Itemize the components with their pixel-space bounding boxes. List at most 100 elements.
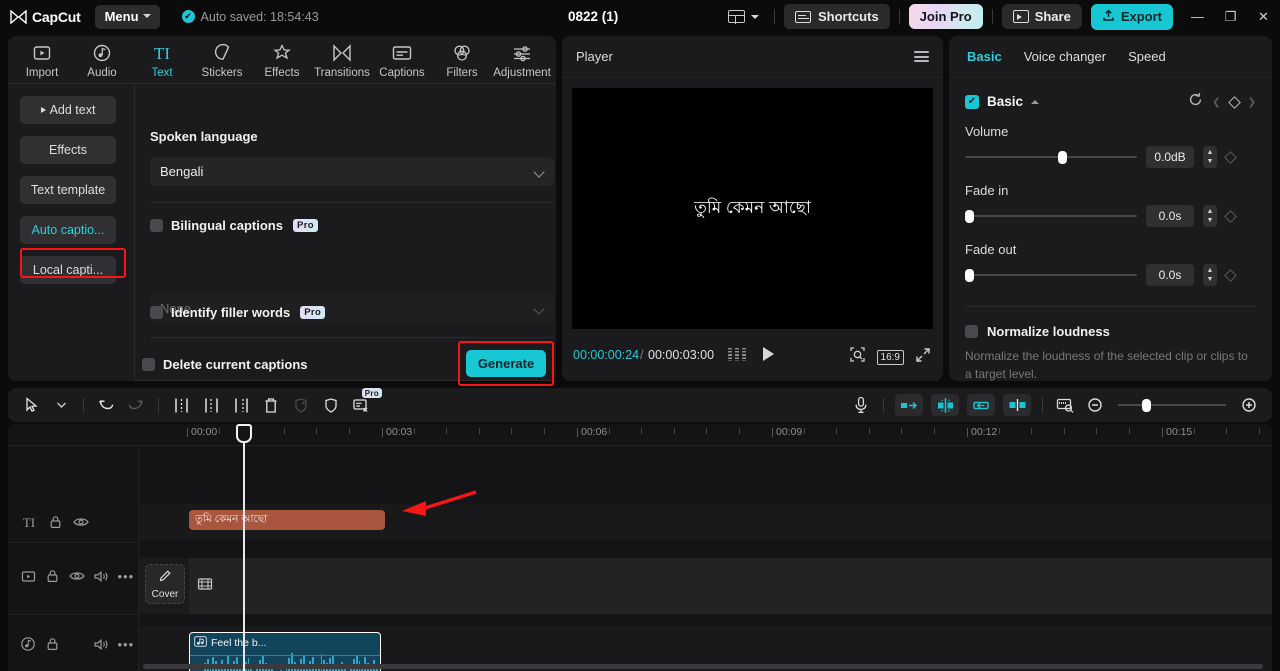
zoom-out-button[interactable] [1080,390,1110,420]
frames-icon[interactable] [728,348,746,361]
delete-button[interactable] [256,390,286,420]
trim-right-button[interactable] [226,390,256,420]
freeze-button[interactable] [286,390,316,420]
tab-effects[interactable]: Effects [252,42,312,83]
chevron-up-icon[interactable] [1031,99,1040,104]
playhead[interactable] [243,424,245,671]
slider-knob[interactable] [1142,399,1151,412]
menu-button[interactable]: Menu [94,4,160,29]
fade-in-value[interactable]: 0.0s [1146,205,1194,227]
cover-button[interactable]: Cover [145,564,185,604]
lock-icon[interactable] [40,637,64,651]
lock-icon[interactable] [40,569,64,583]
shortcuts-button[interactable]: Shortcuts [784,4,890,29]
keyframe-diamond-icon[interactable] [1227,95,1241,109]
bilingual-captions-checkbox[interactable] [150,219,163,232]
export-button[interactable]: Export [1090,3,1173,30]
bilingual-captions-row[interactable]: Bilingual captions Pro [150,218,319,233]
more-icon[interactable]: ••• [114,637,138,652]
sidebar-item-add-text[interactable]: Add text [20,96,116,124]
normalize-loudness-checkbox[interactable] [965,325,978,338]
close-button[interactable]: ✕ [1247,0,1280,33]
record-voiceover-button[interactable] [846,390,876,420]
tab-voice-changer[interactable]: Voice changer [1024,49,1106,64]
keyframe-diamond-icon[interactable] [1224,209,1237,223]
tab-audio[interactable]: Audio [72,42,132,83]
normalize-loudness-row[interactable]: Normalize loudness [965,324,1256,339]
share-button[interactable]: Share [1001,4,1082,29]
fade-out-value[interactable]: 0.0s [1146,264,1194,286]
filler-words-row[interactable]: Identify filler words Pro [150,305,326,320]
more-icon[interactable]: ••• [114,569,138,584]
tab-captions[interactable]: Captions [372,42,432,83]
tab-filters[interactable]: Filters [432,42,492,83]
tab-transitions[interactable]: Transitions [312,42,372,83]
timeline-tracks[interactable]: তুমি কেমন আছো Cover Feel the b... [139,446,1272,671]
eye-icon[interactable] [65,570,89,582]
keyframe-diamond-icon[interactable] [1224,268,1237,282]
fade-out-slider[interactable] [965,269,1137,282]
timeline[interactable]: 00:00 00:03 00:06 00:09 00:12 00:15 TI •… [8,424,1272,671]
tab-stickers[interactable]: Stickers [192,42,252,83]
volume-value[interactable]: 0.0dB [1146,146,1194,168]
sidebar-item-auto-captions[interactable]: Auto captio... [20,216,116,244]
filler-words-checkbox[interactable] [150,306,163,319]
sidebar-item-local-captions[interactable]: Local capti... [20,256,116,284]
slider-knob[interactable] [965,210,974,223]
basic-enable-checkbox[interactable]: ✔ [965,94,979,109]
volume-icon[interactable] [89,638,113,651]
fade-in-slider[interactable] [965,210,1137,223]
hamburger-icon[interactable] [914,49,929,65]
eye-icon[interactable] [68,516,94,528]
select-tool-button[interactable] [16,390,46,420]
reset-icon[interactable] [1188,92,1203,112]
timeline-zoom-slider[interactable] [1118,399,1226,412]
prev-keyframe-icon[interactable]: ❮ [1212,97,1220,108]
preview-card-button[interactable] [1050,390,1080,420]
zoom-in-button[interactable] [1234,390,1264,420]
layout-switch-button[interactable] [722,10,765,24]
sidebar-item-effects[interactable]: Effects [20,136,116,164]
volume-icon[interactable] [89,570,113,583]
play-icon[interactable] [763,347,774,361]
select-tool-dropdown[interactable] [46,390,76,420]
minimize-button[interactable]: — [1181,0,1214,33]
align-center-button[interactable] [1003,394,1031,416]
maximize-button[interactable]: ❐ [1214,0,1247,33]
tab-adjustment[interactable]: Adjustment [492,42,552,83]
trim-left-button[interactable] [196,390,226,420]
auto-split-button[interactable] [931,394,959,416]
tab-import[interactable]: Import [12,42,72,83]
volume-slider[interactable] [965,151,1137,164]
sidebar-item-text-template[interactable]: Text template [20,176,116,204]
playhead-handle[interactable] [236,424,252,443]
undo-button[interactable] [91,390,121,420]
delete-current-captions-checkbox[interactable] [142,358,155,371]
split-button[interactable] [166,390,196,420]
next-keyframe-icon[interactable]: ❯ [1248,97,1256,108]
delete-current-captions-row[interactable]: Delete current captions [142,357,308,372]
volume-stepper[interactable]: ▲ ▼ [1203,146,1217,168]
text-clip[interactable]: তুমি কেমন আছো [189,510,385,530]
tab-speed[interactable]: Speed [1128,49,1166,64]
fade-in-stepper[interactable]: ▲ ▼ [1203,205,1217,227]
crop-icon[interactable] [849,346,866,368]
auto-cut-start-button[interactable] [895,394,923,416]
lock-icon[interactable] [42,515,68,529]
player-stage[interactable]: তুমি কেমন আছো [572,88,933,329]
timeline-horizontal-scrollbar[interactable] [143,664,1263,669]
mirror-button[interactable] [316,390,346,420]
spoken-language-select[interactable]: Bengali [150,157,554,186]
generate-button[interactable]: Generate [466,350,546,377]
join-pro-button[interactable]: Join Pro [908,4,983,29]
slider-knob[interactable] [1058,151,1067,164]
fullscreen-icon[interactable] [915,347,931,368]
video-clip[interactable] [189,558,1272,614]
remove-background-button[interactable]: Pro [346,388,382,420]
auto-cut-end-button[interactable] [967,394,995,416]
slider-knob[interactable] [965,269,974,282]
tab-basic[interactable]: Basic [967,49,1002,64]
fade-out-stepper[interactable]: ▲ ▼ [1203,264,1217,286]
tab-text[interactable]: TI Text [132,42,192,83]
keyframe-diamond-icon[interactable] [1224,150,1237,164]
